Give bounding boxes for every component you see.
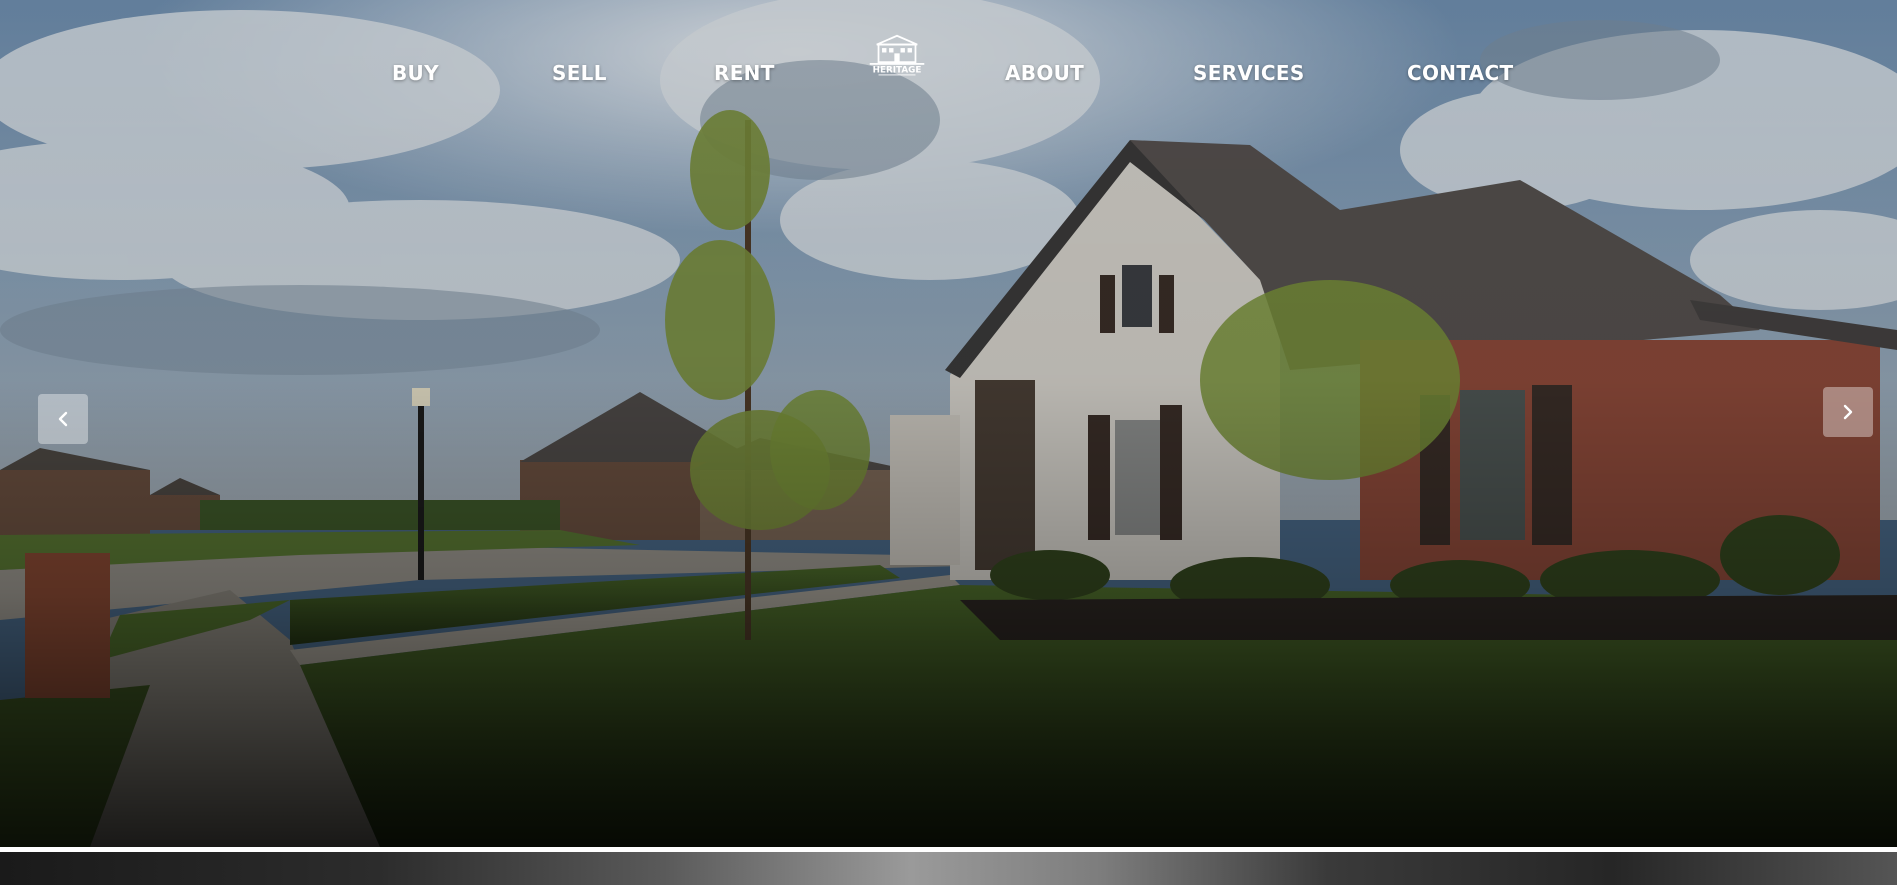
heritage-logo[interactable]: HERITAGE	[862, 34, 932, 86]
slider-next-button[interactable]	[1823, 387, 1873, 437]
house-logo-icon: HERITAGE	[869, 34, 925, 76]
next-section-image	[0, 852, 1897, 885]
nav-about[interactable]: ABOUT	[1005, 61, 1084, 85]
chevron-left-icon	[58, 411, 68, 427]
slider-prev-button[interactable]	[38, 394, 88, 444]
hero-slider	[0, 0, 1897, 847]
nav-contact[interactable]: CONTACT	[1407, 61, 1513, 85]
nav-services[interactable]: SERVICES	[1193, 61, 1305, 85]
main-navigation: BUY SELL RENT HERITAGE ABOUT SERVICES CO…	[0, 34, 1897, 114]
hero-overlay	[0, 0, 1897, 847]
nav-buy[interactable]: BUY	[392, 61, 439, 85]
nav-sell[interactable]: SELL	[552, 61, 607, 85]
nav-rent[interactable]: RENT	[714, 61, 775, 85]
page: BUY SELL RENT HERITAGE ABOUT SERVICES CO…	[0, 0, 1897, 885]
chevron-right-icon	[1843, 404, 1853, 420]
logo-wordmark: HERITAGE	[873, 66, 922, 76]
